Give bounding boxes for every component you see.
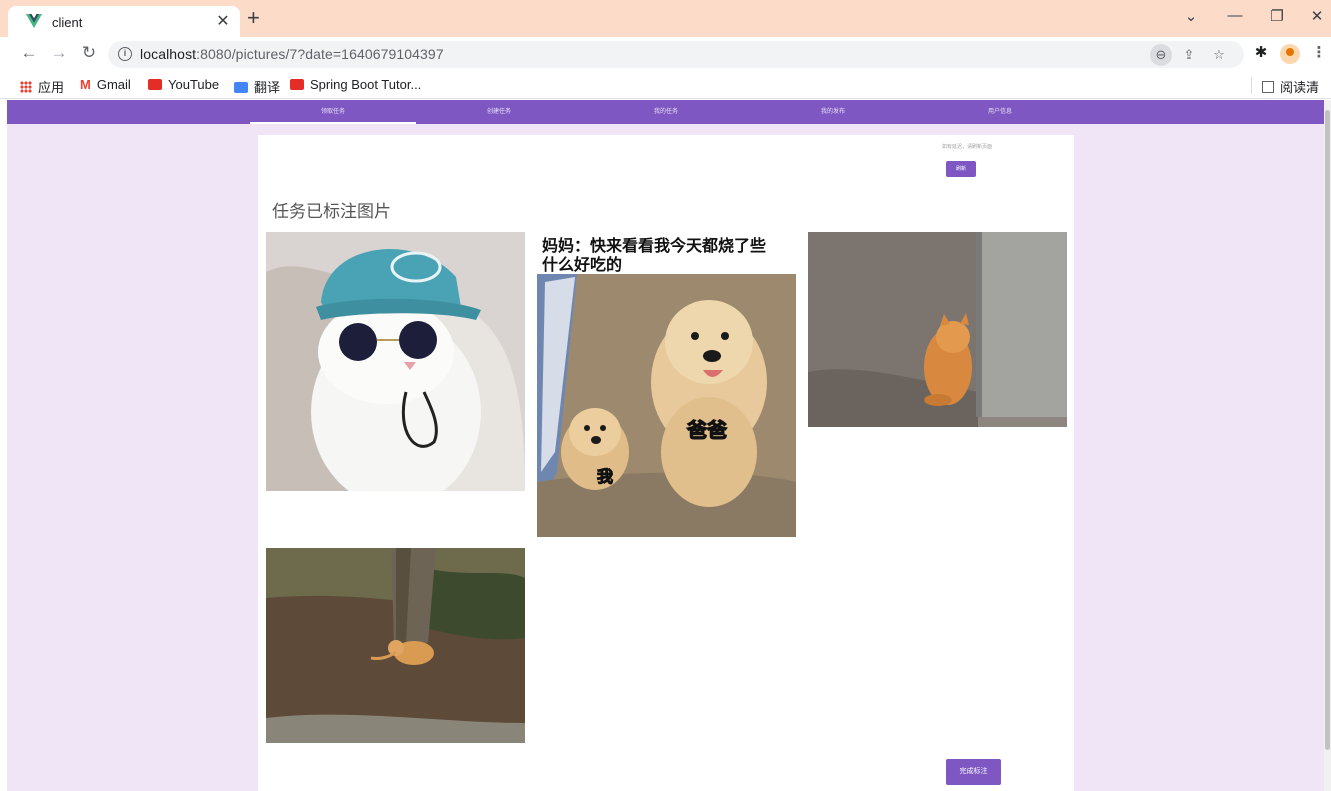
bookmarks-bar: 应用 M Gmail YouTube 翻译 Spring Boot Tutor..… [0,72,1331,114]
nav-create-task[interactable]: 创建任务 [416,100,582,124]
refresh-button[interactable]: 刷新 [946,161,976,177]
address-bar[interactable]: i localhost:8080/pictures/7?date=1640679… [108,41,1244,68]
vue-logo-icon [26,14,42,28]
restore-icon[interactable]: ❐ [1266,7,1288,25]
zoom-icon[interactable]: ⊖ [1150,44,1172,66]
nav-my-published[interactable]: 我的发布 [750,100,916,124]
nav-my-tasks[interactable]: 我的任务 [583,100,749,124]
reading-list-icon [1262,81,1274,93]
tab-title: client [52,15,83,30]
tab-search-icon[interactable]: ⌄ [1180,7,1202,25]
browser-tabstrip: client ✕ + ⌄ — ❐ ✕ [0,0,1331,37]
url-text[interactable]: localhost:8080/pictures/7?date=164067910… [140,46,444,62]
meme-label-dad: 爸爸 [686,418,727,442]
tab-close-icon[interactable]: ✕ [214,11,232,31]
scrollbar-thumb[interactable] [1325,110,1330,750]
translate-icon [234,82,248,93]
extensions-icon[interactable]: ✱ [1250,43,1272,61]
site-info-icon[interactable]: i [118,47,132,61]
meme-caption-line1: 妈妈：快来看看我今天都烧了些 [542,236,766,255]
bookmark-spring-boot[interactable]: Spring Boot Tutor... [290,77,421,92]
page-scrollbar[interactable] [1324,100,1331,791]
page-title: 任务已标注图片 [272,202,391,221]
gmail-icon: M [80,77,91,92]
image-dogs-meme[interactable]: 妈妈：快来看看我今天都烧了些 什么好吃的 爸爸 我 [537,232,796,537]
nav-claim-task[interactable]: 领取任务 [250,100,416,124]
meme-label-me: 我 [597,467,613,486]
youtube-icon [290,79,304,90]
finish-annotation-button[interactable]: 完成标注 [946,759,1001,785]
reload-icon[interactable]: ↻ [78,43,100,63]
bookmark-star-icon[interactable]: ☆ [1208,44,1230,66]
meme-caption-line2: 什么好吃的 [542,255,622,274]
close-window-icon[interactable]: ✕ [1306,7,1328,25]
app-nav-bar: 领取任务 创建任务 我的任务 我的发布 用户信息 [7,100,1324,124]
task-card: 如有延迟，请刷新页面 刷新 任务已标注图片 妈妈：快来看看我今天都烧了些 什么好… [258,135,1074,791]
bookmark-apps[interactable]: 应用 [20,77,64,96]
profile-avatar[interactable] [1280,44,1300,64]
bookmark-gmail[interactable]: M Gmail [80,77,131,92]
youtube-icon [148,79,162,90]
menu-icon[interactable]: ⋮ [1308,43,1330,61]
bookmark-youtube[interactable]: YouTube [148,77,219,92]
nav-user-info[interactable]: 用户信息 [917,100,1083,124]
image-cat-tree[interactable] [266,548,525,743]
page-viewport: 领取任务 创建任务 我的任务 我的发布 用户信息 如有延迟，请刷新页面 刷新 任… [7,100,1324,791]
nav-active-indicator [250,122,416,124]
minimize-icon[interactable]: — [1224,7,1246,24]
forward-icon[interactable]: → [48,43,70,63]
bookmark-translate[interactable]: 翻译 [234,77,280,96]
new-tab-button[interactable]: + [247,5,260,31]
image-cat-pillar[interactable] [808,232,1067,427]
share-icon[interactable]: ⇪ [1178,44,1200,66]
bookmarks-divider [1251,77,1252,94]
browser-toolbar: ← → ↻ i localhost:8080/pictures/7?date=1… [0,37,1331,72]
refresh-hint: 如有延迟，请刷新页面 [942,144,993,150]
browser-tab[interactable]: client ✕ [8,6,240,37]
image-cat-sunglasses[interactable] [266,232,525,491]
back-icon[interactable]: ← [18,43,40,63]
apps-grid-icon [20,81,32,93]
